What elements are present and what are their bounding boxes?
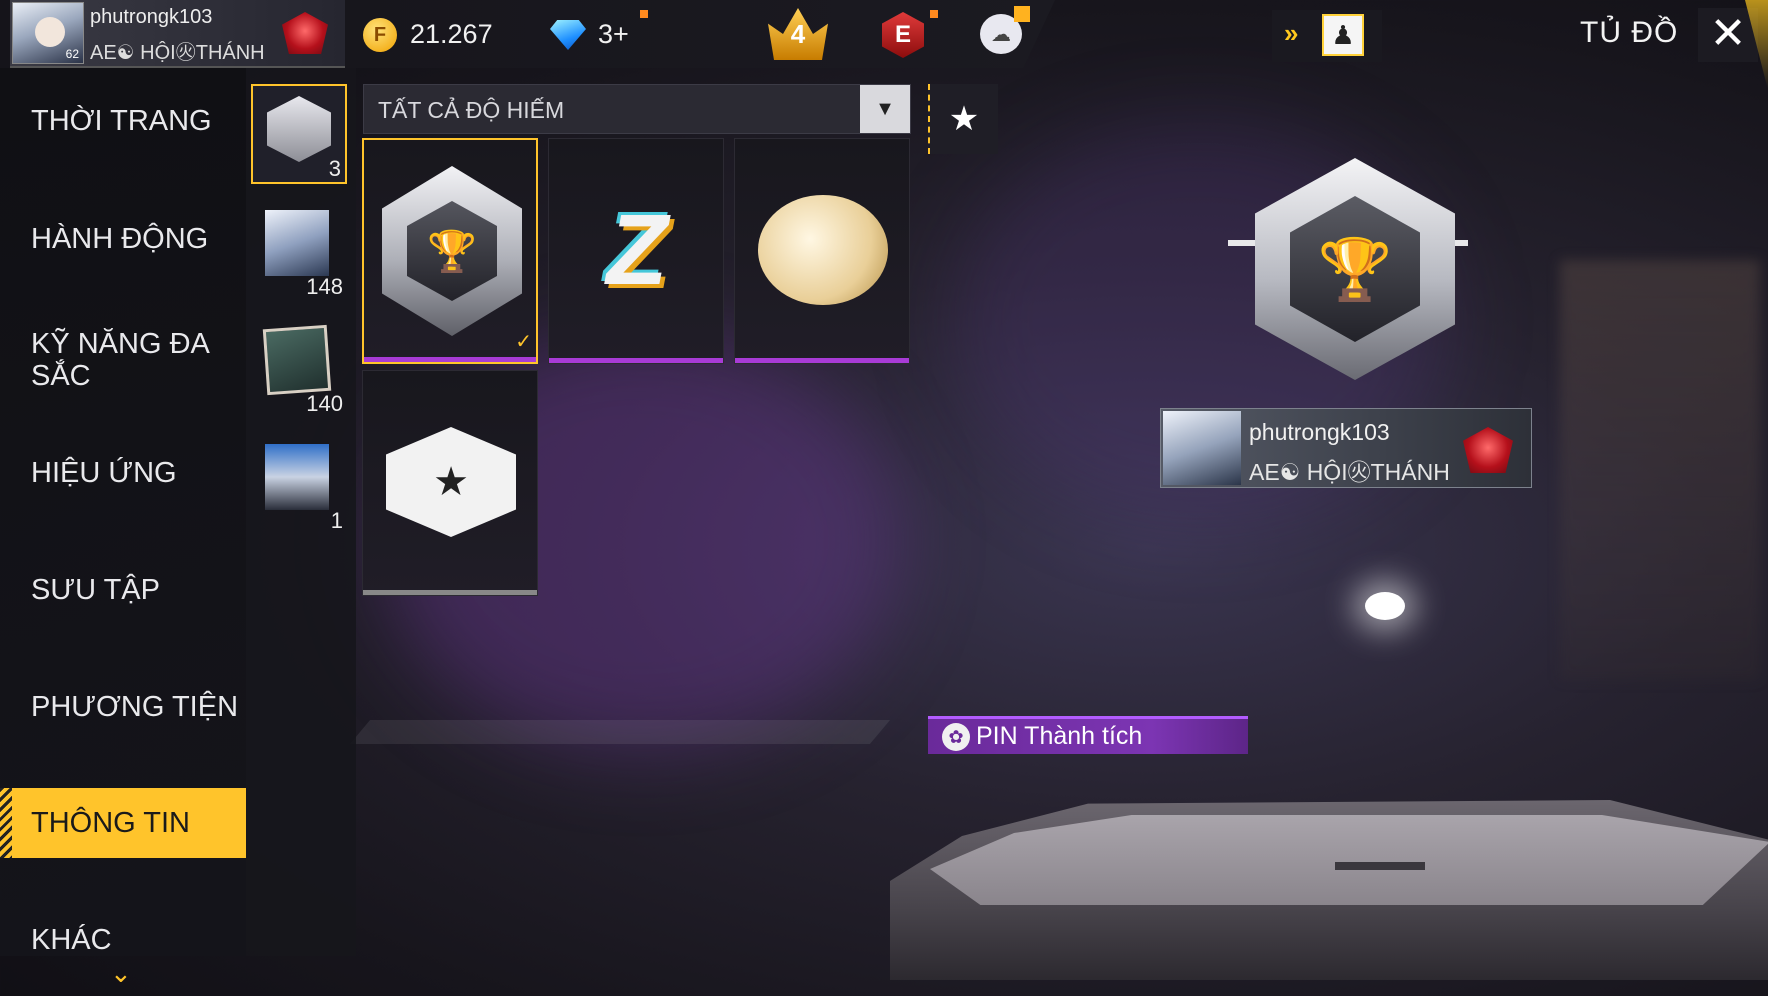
trophy-badge-icon: 🏆 <box>382 166 522 336</box>
banner-card-icon <box>262 324 332 396</box>
player-name: phutrongk103 <box>90 6 213 28</box>
menu-item-collection[interactable]: SƯU TẬP <box>0 555 246 625</box>
gold-coin-icon: F <box>363 18 397 52</box>
pin-achievement-button[interactable]: ✿ PIN Thành tích <box>928 716 1248 754</box>
background-lamp <box>1365 592 1405 620</box>
player-profile[interactable]: 62 phutrongk103 AE☯ HỘI㊋THÁNH <box>10 0 345 68</box>
subcategory-count: 3 <box>328 156 341 181</box>
trophy-icon: 🏆 <box>1290 196 1420 342</box>
menu-item-skills[interactable]: KỸ NĂNG ĐA SẮC <box>0 320 246 400</box>
subcategory-avatars[interactable]: 148 <box>251 200 347 300</box>
preview-avatar <box>1163 411 1241 485</box>
rarity-bar <box>549 358 723 363</box>
diamond-amount[interactable]: 3+ <box>598 19 629 50</box>
menu-item-actions[interactable]: HÀNH ĐỘNG <box>0 204 246 274</box>
display-stage-top <box>930 815 1768 905</box>
item-tile-star-shield[interactable]: ★ <box>362 370 538 596</box>
rarity-bar <box>735 358 909 363</box>
rarity-bar <box>363 590 537 595</box>
player-level: 62 <box>65 47 79 61</box>
rarity-bar <box>364 357 536 362</box>
lightning-z-icon: Z <box>606 193 668 306</box>
character-loadout-icon[interactable]: ♟ <box>1322 14 1364 56</box>
player-avatar[interactable]: 62 <box>12 2 84 64</box>
subcategory-count: 148 <box>306 274 343 299</box>
menu-item-info[interactable]: THÔNG TIN <box>0 788 246 858</box>
pin-icon: ✿ <box>942 722 970 751</box>
item-tile-trophy-badge[interactable]: 🏆 ✓ <box>362 138 538 364</box>
menu-item-vehicles[interactable]: PHƯƠNG TIỆN <box>0 672 246 742</box>
character-pin-icon <box>265 444 329 510</box>
preview-guild-name: AE☯ HỘI㊋THÁNH <box>1249 459 1450 485</box>
trophy-badge-icon <box>267 96 331 162</box>
page-title: TỦ ĐỒ <box>1580 16 1679 49</box>
menu-item-effects[interactable]: HIỆU ỨNG <box>0 438 246 508</box>
avatar-face <box>35 17 65 47</box>
gold-coin-amount: 21.267 <box>410 19 493 49</box>
subcategory-pins[interactable]: 1 <box>251 434 347 534</box>
avatar-icon <box>265 210 329 276</box>
rank-badge-icon <box>1463 427 1513 473</box>
floor-marking <box>349 720 891 744</box>
menu-item-fashion[interactable]: THỜI TRANG <box>0 86 246 156</box>
subcategory-count: 1 <box>330 508 343 533</box>
chevron-down-icon[interactable]: ▼ <box>860 85 910 133</box>
gift-icon <box>1014 6 1030 22</box>
pin-achievement-label: PIN Thành tích <box>976 722 1143 750</box>
preview-name-card: phutrongk103 AE☯ HỘI㊋THÁNH <box>1160 408 1532 488</box>
swirl-emblem-icon <box>753 165 893 335</box>
fast-forward-icon[interactable]: » <box>1284 18 1298 49</box>
subcategory-count: 140 <box>306 391 343 416</box>
subcategory-banners[interactable]: 140 <box>251 317 347 417</box>
preview-player-name: phutrongk103 <box>1249 419 1390 445</box>
subcategory-badges[interactable]: 3 <box>251 84 347 184</box>
notification-dot <box>640 10 648 18</box>
rarity-filter-label: TẤT CẢ ĐỘ HIẾM <box>378 97 565 123</box>
item-tile-swirl-emblem[interactable] <box>734 138 910 364</box>
chevron-down-icon[interactable]: ⌄ <box>110 958 132 989</box>
favorite-star-button[interactable]: ★ <box>928 84 998 154</box>
star-shield-icon: ★ <box>381 397 521 567</box>
equipped-check-icon: ✓ <box>515 331 532 353</box>
rank-badge-icon[interactable] <box>282 12 328 54</box>
notification-dot <box>930 10 938 18</box>
rarity-filter-dropdown[interactable]: TẤT CẢ ĐỘ HIẾM ▼ <box>363 84 911 134</box>
close-button[interactable]: ✕ <box>1698 8 1758 62</box>
guild-name: AE☯ HỘI㊋THÁNH <box>90 42 265 64</box>
item-tile-lightning-z[interactable]: Z <box>548 138 724 364</box>
background-window <box>1560 260 1760 680</box>
stage-mark <box>1335 862 1425 870</box>
